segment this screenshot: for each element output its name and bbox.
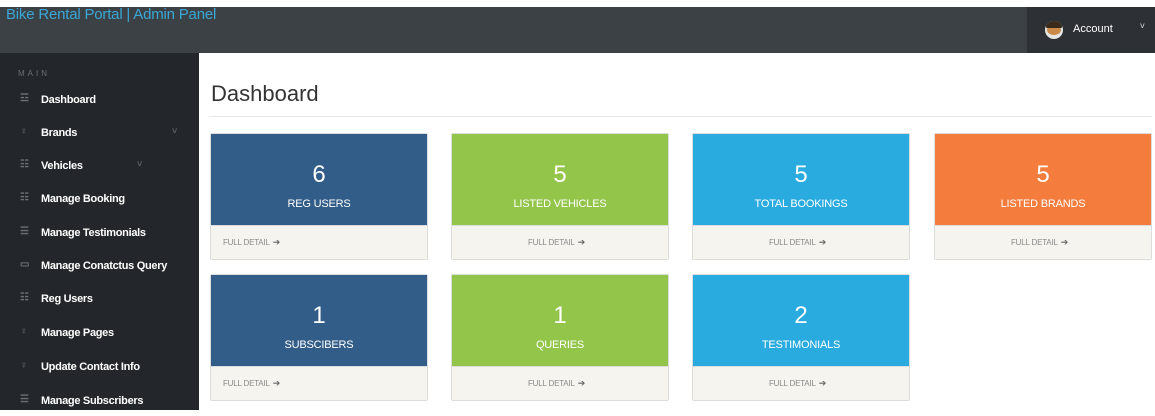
card-footer: FULL DETAIL ➔ <box>693 225 909 259</box>
card-footer: FULL DETAIL ➔ <box>211 225 427 259</box>
full-detail-link[interactable]: FULL DETAIL ➔ <box>223 237 280 248</box>
avatar-hair <box>1046 21 1062 28</box>
full-detail-link[interactable]: FULL DETAIL ➔ <box>769 378 826 389</box>
sidebar-item-label: Brands <box>41 127 78 139</box>
title-divider <box>209 116 1152 117</box>
brand-title[interactable]: Bike Rental Portal | Admin Panel <box>6 6 216 23</box>
card-footer: FULL DETAIL ➔ <box>693 366 909 400</box>
chevron-down-icon: ˅ <box>137 159 142 169</box>
sidebar-item-label: Manage Pages <box>41 327 114 339</box>
sidebar: MAIN ☲ Dashboard ♀ Brands ˅ ☷ Vehicles ˅… <box>0 53 199 410</box>
desktop-icon: ▭ <box>20 259 30 270</box>
sidebar-item-manage-contactus-query[interactable]: ▭ Manage Conatctus Query <box>0 251 199 281</box>
sidebar-item-manage-subscribers[interactable]: ☰ Manage Subscribers <box>0 386 199 416</box>
card-value: 1 <box>553 302 567 329</box>
sidebar-item-label: Dashboard <box>41 94 96 106</box>
users-icon: ☷ <box>20 292 29 303</box>
stat-card-total-bookings: 5 TOTAL BOOKINGS FULL DETAIL ➔ <box>692 133 910 260</box>
card-label: LISTED VEHICLES <box>513 198 607 210</box>
avatar <box>1045 21 1063 39</box>
card-value: 6 <box>312 161 326 188</box>
sidebar-item-label: Manage Conatctus Query <box>41 260 168 272</box>
sidebar-item-reg-users[interactable]: ☷ Reg Users <box>0 284 199 314</box>
stat-card-queries: 1 QUERIES FULL DETAIL ➔ <box>451 274 669 401</box>
account-menu[interactable]: Account ˅ <box>1027 7 1155 53</box>
sidebar-item-manage-pages[interactable]: ♀ Manage Pages <box>0 318 199 348</box>
card-label: SUBSCIBERS <box>284 339 354 351</box>
dashboard-icon: ☲ <box>20 93 29 104</box>
sidebar-item-label: Manage Subscribers <box>41 395 144 407</box>
card-panel: 6 REG USERS <box>211 134 427 225</box>
stat-card-subscribers: 1 SUBSCIBERS FULL DETAIL ➔ <box>210 274 428 401</box>
table-icon: ☰ <box>20 226 29 237</box>
card-panel: 5 LISTED VEHICLES <box>452 134 668 225</box>
sidebar-item-label: Vehicles <box>41 160 83 172</box>
chevron-down-icon: ˅ <box>1139 21 1145 31</box>
card-value: 5 <box>1036 161 1050 188</box>
stat-card-reg-users: 6 REG USERS FULL DETAIL ➔ <box>210 133 428 260</box>
card-panel: 5 TOTAL BOOKINGS <box>693 134 909 225</box>
full-detail-link[interactable]: FULL DETAIL ➔ <box>528 237 585 248</box>
sidebar-item-label: Update Contact Info <box>41 361 140 373</box>
stat-card-testimonials: 2 TESTIMONIALS FULL DETAIL ➔ <box>692 274 910 401</box>
card-footer: FULL DETAIL ➔ <box>452 225 668 259</box>
card-value: 5 <box>553 161 567 188</box>
sidebar-item-manage-testimonials[interactable]: ☰ Manage Testimonials <box>0 218 199 248</box>
top-bar: Bike Rental Portal | Admin Panel Account… <box>0 0 1155 53</box>
table-icon: ☰ <box>20 394 29 405</box>
sidebar-item-vehicles[interactable]: ☷ Vehicles ˅ <box>0 151 199 181</box>
sidebar-item-brands[interactable]: ♀ Brands ˅ <box>0 118 199 148</box>
card-value: 1 <box>312 302 326 329</box>
page-title: Dashboard <box>211 81 319 106</box>
card-footer: FULL DETAIL ➔ <box>211 366 427 400</box>
card-footer: FULL DETAIL ➔ <box>452 366 668 400</box>
sidebar-item-dashboard[interactable]: ☲ Dashboard <box>0 85 199 115</box>
sidebar-section-label: MAIN <box>18 69 50 78</box>
brands-icon: ♀ <box>20 126 28 137</box>
card-panel: 1 SUBSCIBERS <box>211 275 427 366</box>
arrow-right-icon: ➔ <box>577 378 586 388</box>
sidebar-item-manage-booking[interactable]: ☷ Manage Booking <box>0 184 199 214</box>
files-icon: ♀ <box>20 360 28 371</box>
stat-card-listed-brands: 5 LISTED BRANDS FULL DETAIL ➔ <box>934 133 1152 260</box>
full-detail-link[interactable]: FULL DETAIL ➔ <box>769 237 826 248</box>
main-content: Dashboard 6 REG USERS FULL DETAIL ➔ 5 LIS… <box>199 53 1155 410</box>
sidebar-item-label: Manage Booking <box>41 193 125 205</box>
card-label: REG USERS <box>287 198 351 210</box>
card-panel: 5 LISTED BRANDS <box>935 134 1151 225</box>
card-label: TESTIMONIALS <box>761 339 841 351</box>
arrow-right-icon: ➔ <box>818 237 827 247</box>
account-label: Account <box>1073 23 1113 35</box>
card-label: TOTAL BOOKINGS <box>754 198 848 210</box>
sidebar-item-update-contact-info[interactable]: ♀ Update Contact Info <box>0 352 199 382</box>
stat-card-listed-vehicles: 5 LISTED VEHICLES FULL DETAIL ➔ <box>451 133 669 260</box>
arrow-right-icon: ➔ <box>1060 237 1069 247</box>
chevron-down-icon: ˅ <box>172 126 177 136</box>
sidebar-item-label: Manage Testimonials <box>41 227 146 239</box>
full-detail-link[interactable]: FULL DETAIL ➔ <box>1011 237 1068 248</box>
card-panel: 1 QUERIES <box>452 275 668 366</box>
arrow-right-icon: ➔ <box>272 378 281 388</box>
card-label: QUERIES <box>535 339 585 351</box>
arrow-right-icon: ➔ <box>272 237 281 247</box>
card-panel: 2 TESTIMONIALS <box>693 275 909 366</box>
files-icon: ♀ <box>20 326 28 337</box>
sidebar-item-label: Reg Users <box>41 293 93 305</box>
card-value: 2 <box>794 302 808 329</box>
users-icon: ☷ <box>20 192 29 203</box>
full-detail-link[interactable]: FULL DETAIL ➔ <box>528 378 585 389</box>
arrow-right-icon: ➔ <box>818 378 827 388</box>
card-value: 5 <box>794 161 808 188</box>
vehicles-icon: ☷ <box>20 159 29 170</box>
card-label: LISTED BRANDS <box>1000 198 1086 210</box>
card-footer: FULL DETAIL ➔ <box>935 225 1151 259</box>
full-detail-link[interactable]: FULL DETAIL ➔ <box>223 378 280 389</box>
arrow-right-icon: ➔ <box>577 237 586 247</box>
